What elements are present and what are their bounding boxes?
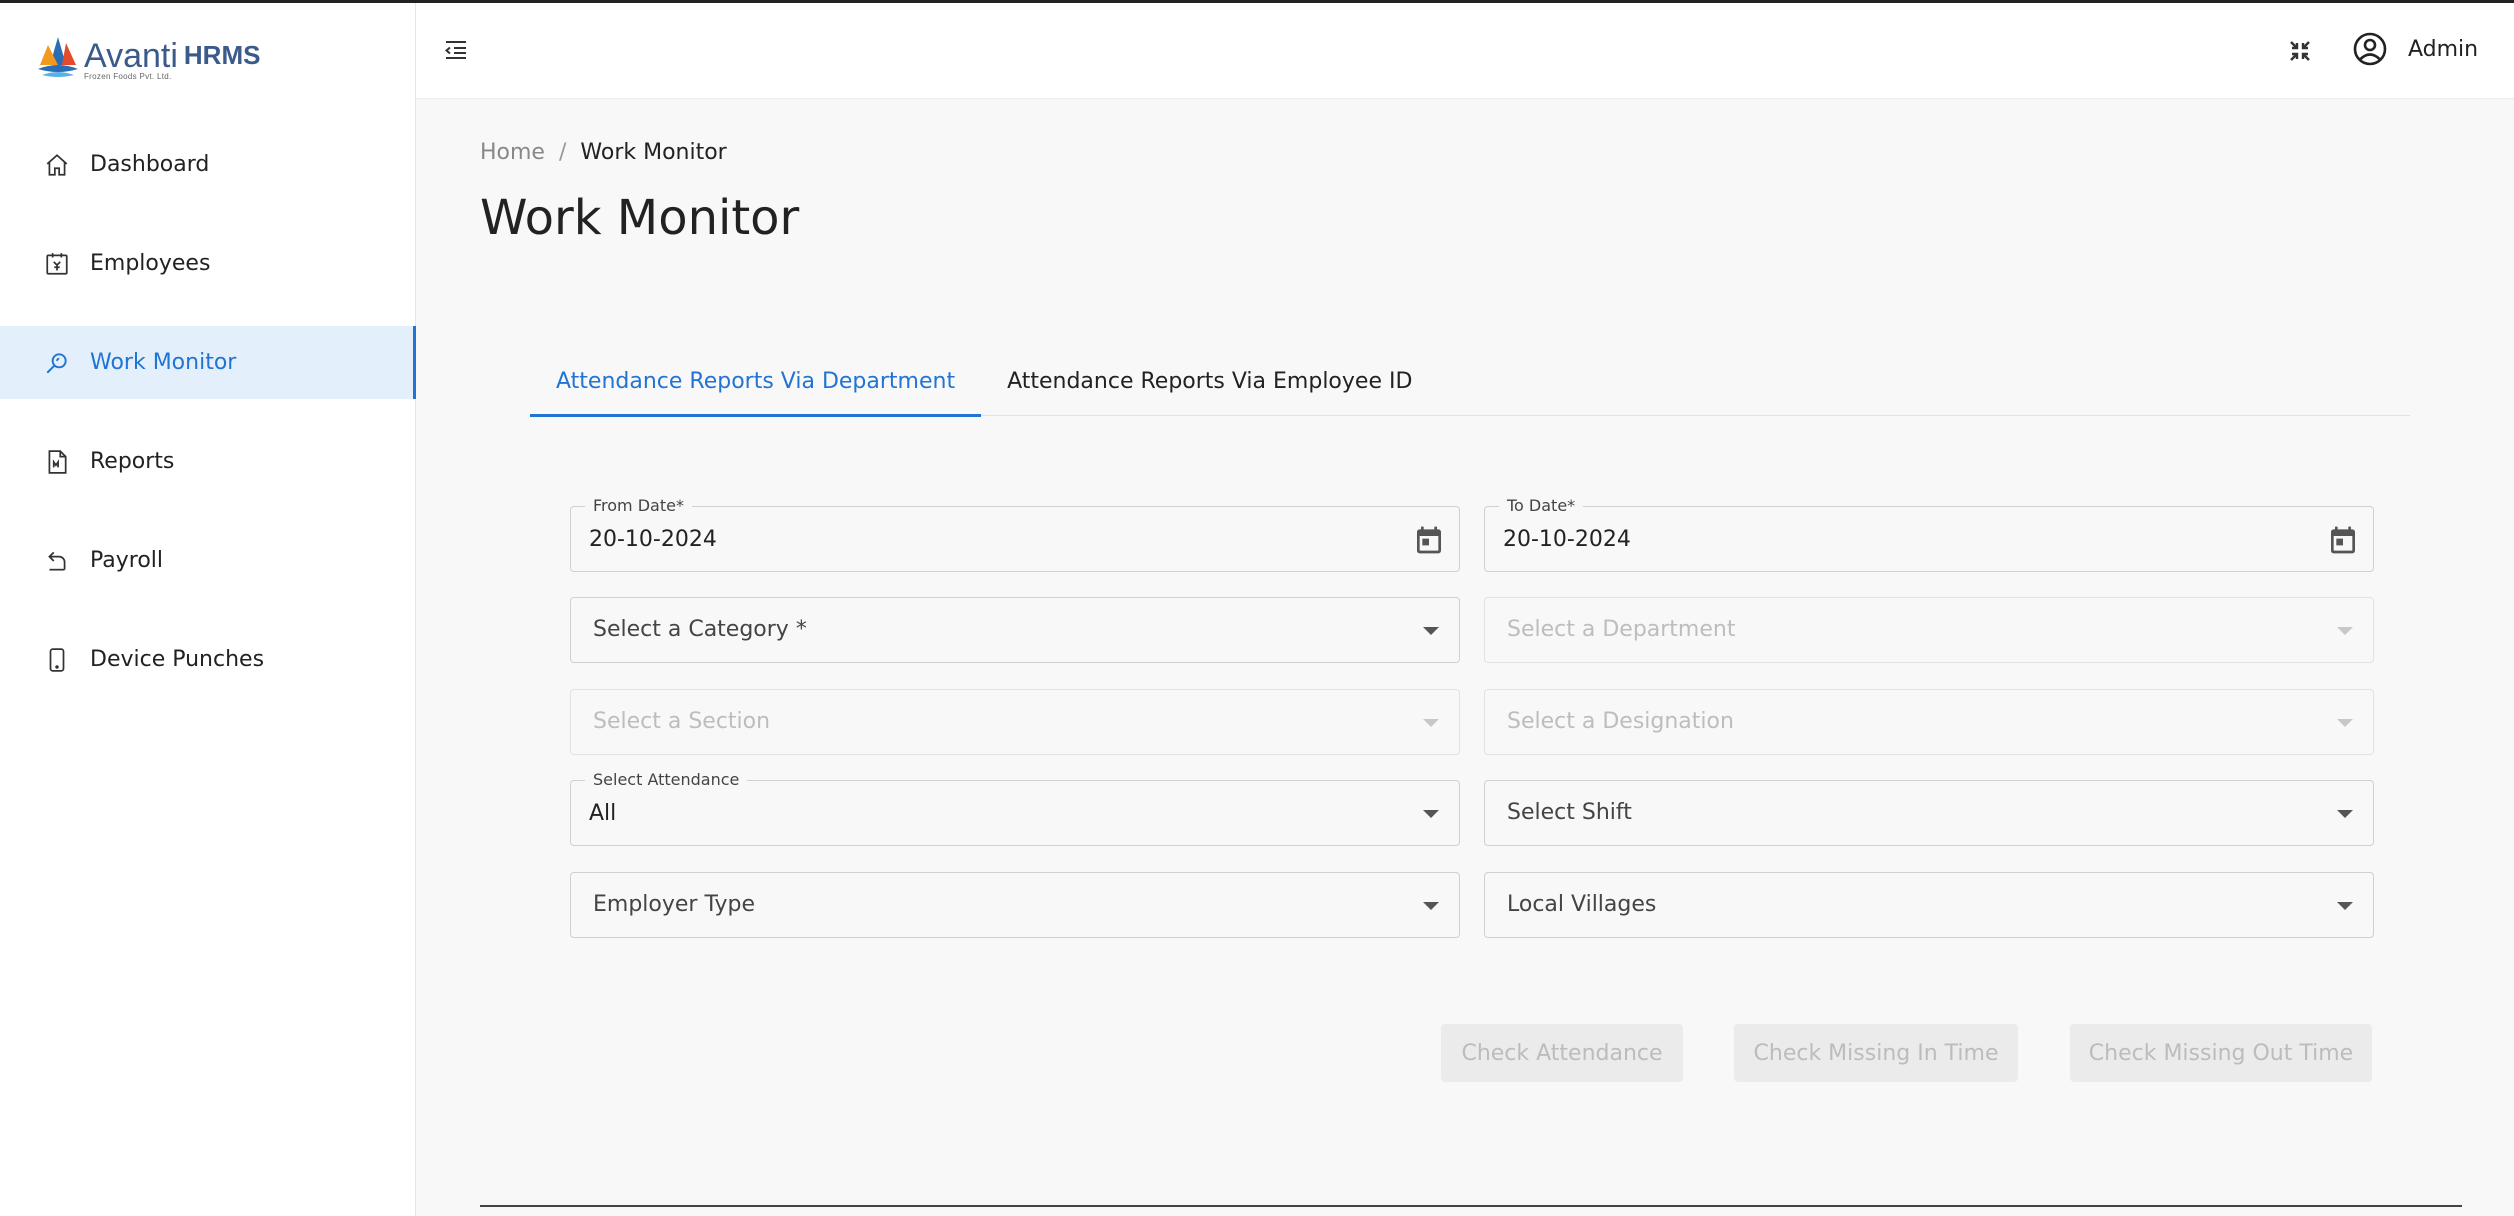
sidebar-item-label: Reports [90,449,175,474]
shift-select[interactable]: Select Shift [1484,780,2374,846]
fullscreen-exit-icon[interactable] [2288,39,2312,63]
chevron-down-icon [1423,719,1439,727]
user-menu[interactable]: Admin [2352,31,2478,67]
sidebar-item-label: Dashboard [90,152,210,177]
product-name: HRMS [183,40,261,70]
department-placeholder: Select a Department [1507,617,1736,642]
chevron-down-icon [1423,902,1439,910]
window-top-border [0,0,2514,3]
tab-attendance-via-department[interactable]: Attendance Reports Via Department [530,346,982,417]
check-attendance-button[interactable]: Check Attendance [1441,1024,1683,1082]
menu-collapse-icon[interactable] [442,37,470,63]
designation-select[interactable]: Select a Designation [1484,689,2374,755]
avanti-logo-icon [38,37,78,77]
from-date-field[interactable]: From Date* 20-10-2024 [570,496,1460,572]
sidebar-item-payroll[interactable]: Payroll [0,524,416,597]
search-monitor-icon [44,350,70,376]
chevron-down-icon [2337,902,2353,910]
employer-type-select[interactable]: Employer Type [570,872,1460,938]
page-title: Work Monitor [480,190,800,246]
local-villages-select[interactable]: Local Villages [1484,872,2374,938]
sidebar-item-label: Device Punches [90,647,265,672]
section-select[interactable]: Select a Section [570,689,1460,755]
breadcrumb: Home / Work Monitor [480,140,727,165]
user-account-icon [2353,32,2387,66]
calendar-icon[interactable] [2327,523,2359,557]
logo-text: Avanti Frozen Foods Pvt. Ltd. [84,38,178,81]
sidebar-item-label: Work Monitor [90,350,237,375]
brand-logo[interactable]: Avanti Frozen Foods Pvt. Ltd. HRMS [36,25,260,81]
home-icon [44,152,70,178]
content-divider [480,1205,2462,1207]
top-header: Admin [416,3,2514,99]
sidebar-item-label: Payroll [90,548,164,573]
chevron-down-icon [2337,627,2353,635]
employee-badge-icon [44,251,70,277]
category-placeholder: Select a Category * [593,617,807,642]
check-missing-in-time-button[interactable]: Check Missing In Time [1734,1024,2018,1082]
brand-name: Avanti [84,37,178,75]
sidebar-nav: Dashboard Employees Work Monitor Reports… [0,128,416,722]
sidebar-item-employees[interactable]: Employees [0,227,416,300]
breadcrumb-separator: / [558,140,567,165]
from-date-label: From Date* [585,496,692,515]
chevron-down-icon [1423,627,1439,635]
from-date-value: 20-10-2024 [589,527,717,552]
sidebar-item-label: Employees [90,251,211,276]
attendance-label: Select Attendance [585,770,748,789]
breadcrumb-home-link[interactable]: Home [480,140,545,165]
tab-attendance-via-employee-id[interactable]: Attendance Reports Via Employee ID [981,346,1438,416]
to-date-field[interactable]: To Date* 20-10-2024 [1484,496,2374,572]
mobile-device-icon [44,647,70,673]
chevron-down-icon [1423,810,1439,818]
brand-subtitle: Frozen Foods Pvt. Ltd. [84,72,172,81]
check-missing-out-time-button[interactable]: Check Missing Out Time [2070,1024,2372,1082]
department-select[interactable]: Select a Department [1484,597,2374,663]
chevron-down-icon [2337,719,2353,727]
user-name: Admin [2408,36,2479,62]
to-date-value: 20-10-2024 [1503,527,1631,552]
category-select[interactable]: Select a Category * [570,597,1460,663]
sidebar-item-device-punches[interactable]: Device Punches [0,623,416,696]
attendance-value: All [589,801,617,826]
section-placeholder: Select a Section [593,709,771,734]
breadcrumb-current: Work Monitor [580,140,727,165]
designation-placeholder: Select a Designation [1507,709,1734,734]
shift-placeholder: Select Shift [1507,800,1632,825]
sidebar: Avanti Frozen Foods Pvt. Ltd. HRMS Dashb… [0,3,416,1216]
sidebar-item-work-monitor[interactable]: Work Monitor [0,326,416,399]
report-tabs: Attendance Reports Via Department Attend… [530,346,2410,417]
chevron-down-icon [2337,810,2353,818]
sidebar-item-reports[interactable]: Reports [0,425,416,498]
to-date-label: To Date* [1499,496,1584,515]
report-document-icon [44,449,70,475]
local-villages-placeholder: Local Villages [1507,892,1657,917]
payroll-return-icon [44,548,70,574]
sidebar-item-dashboard[interactable]: Dashboard [0,128,416,201]
attendance-select[interactable]: Select Attendance All [570,770,1460,846]
employer-type-placeholder: Employer Type [593,892,755,917]
calendar-icon[interactable] [1413,523,1445,557]
